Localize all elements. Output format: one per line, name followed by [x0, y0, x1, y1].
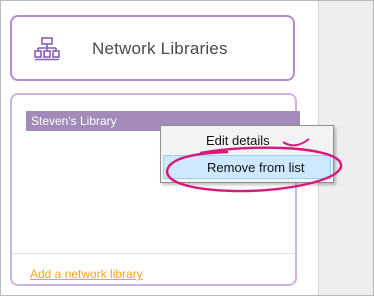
- network-tree-icon: [34, 37, 60, 61]
- network-libraries-label: Network Libraries: [92, 39, 228, 58]
- network-libraries-button[interactable]: Network Libraries: [10, 15, 295, 81]
- add-network-library-link[interactable]: Add a network library: [30, 267, 143, 281]
- panel-footer-divider: [12, 253, 295, 254]
- menu-item-edit-details[interactable]: Edit details: [163, 129, 331, 153]
- menu-item-remove-from-list[interactable]: Remove from list: [163, 155, 331, 179]
- context-menu: Edit details Remove from list: [160, 125, 334, 183]
